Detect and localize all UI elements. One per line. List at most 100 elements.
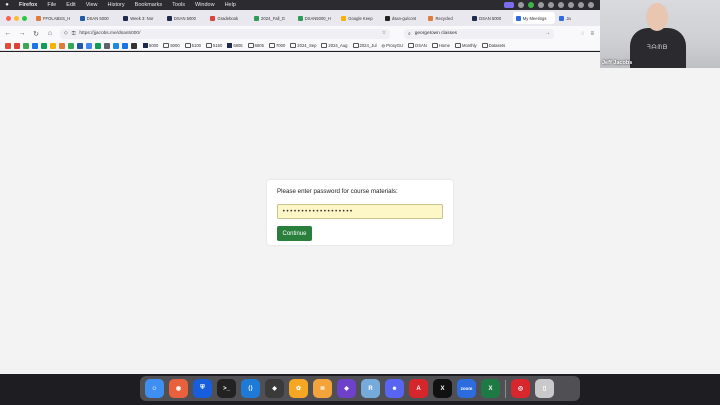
browser-tab[interactable]: Google Keep (338, 12, 381, 24)
bookmark-item[interactable]: 2024_Sep (290, 43, 316, 48)
bookmark-item[interactable]: 5000 (143, 43, 158, 48)
bookmark-item[interactable]: ◍ ProxyGU (382, 43, 404, 48)
excel-icon[interactable]: X (481, 379, 500, 398)
bookmark-item[interactable]: 7000 (268, 43, 285, 48)
bookmark-app-icon[interactable] (32, 42, 38, 49)
home-icon[interactable]: ⌂ (46, 30, 54, 37)
tray-app-icon[interactable] (504, 2, 514, 8)
browser-tab[interactable]: FFOLABSS_H (33, 12, 76, 24)
menu-help[interactable]: Help (220, 2, 241, 8)
bookmark-item[interactable]: 5000 (163, 43, 180, 48)
bookmark-item[interactable]: Home (431, 43, 450, 48)
rstudio-icon[interactable]: R (361, 379, 380, 398)
tray-app-icon[interactable] (528, 2, 534, 8)
bookmark-item[interactable]: Monthly (454, 43, 477, 48)
bookmark-app-icon[interactable] (86, 42, 92, 49)
zoom-window-icon[interactable] (22, 15, 27, 21)
browser-tab[interactable]: Gradebook (207, 12, 250, 24)
url-bar[interactable]: ◇ ⚿ https://jjacobs.me/dsan5000/ ☆ (60, 28, 390, 39)
search-text[interactable]: georgetown classes (415, 31, 457, 36)
tableplus-icon[interactable]: ≋ (313, 379, 332, 398)
bookmark-app-icon[interactable] (77, 42, 83, 49)
minimize-window-icon[interactable] (14, 15, 19, 21)
bookmark-item[interactable]: Datasets (481, 43, 505, 48)
bookmark-app-icon[interactable] (50, 42, 56, 49)
menu-history[interactable]: History (103, 2, 130, 8)
forward-arrow-icon[interactable]: → (18, 30, 26, 37)
shield-icon[interactable]: ◇ (64, 31, 68, 36)
apple-icon[interactable]: ● (0, 2, 14, 8)
gmail-icon[interactable] (14, 42, 20, 49)
bookmark-app-icon[interactable] (68, 42, 74, 49)
bookmark-item[interactable]: 5100 (184, 43, 201, 48)
tray-app-icon[interactable] (538, 2, 544, 8)
search-box[interactable]: ⌕ georgetown classes → (404, 28, 554, 39)
bookmark-app-icon[interactable] (41, 42, 47, 49)
menu-app-name[interactable]: Firefox (14, 2, 42, 8)
bookmark-item[interactable]: 6805 (227, 43, 243, 48)
browser-tab[interactable]: Week 3: Nor (120, 12, 163, 24)
vscode-icon[interactable]: ⟨⟩ (241, 379, 260, 398)
discord-icon[interactable]: ☻ (385, 379, 404, 398)
reload-icon[interactable]: ↻ (32, 30, 40, 38)
tray-app-icon[interactable] (558, 2, 564, 8)
tray-app-icon[interactable] (578, 2, 584, 8)
bookmark-app-icon[interactable] (131, 42, 137, 49)
github-icon[interactable]: ◆ (265, 379, 284, 398)
browser-tab[interactable]: 2024_Fall_G (251, 12, 294, 24)
bookmark-app-icon[interactable] (95, 42, 101, 49)
bookmark-item[interactable]: 5150 (205, 43, 222, 48)
bookmark-item[interactable]: DSAN (408, 43, 427, 48)
password-card: Please enter password for course materia… (267, 180, 453, 245)
photos-icon[interactable]: ✿ (289, 379, 308, 398)
bookmark-star-icon[interactable]: ☆ (382, 31, 390, 36)
tray-app-icon[interactable] (518, 2, 524, 8)
tab-favicon-icon (254, 15, 260, 21)
menu-hamburger-icon[interactable]: ≡ (590, 31, 594, 37)
bookmark-app-icon[interactable] (5, 42, 11, 49)
x-icon[interactable]: X (433, 379, 452, 398)
bitwarden-icon[interactable]: ⛨ (193, 379, 212, 398)
menu-window[interactable]: Window (190, 2, 220, 8)
menu-edit[interactable]: Edit (61, 2, 80, 8)
browser-tab[interactable]: My Meetings (512, 12, 556, 24)
lock-icon[interactable]: ⚿ (72, 31, 76, 37)
browser-tab[interactable]: Ja (556, 12, 599, 24)
browser-tab[interactable]: DSAN5000_H (295, 12, 338, 24)
bookmark-app-icon[interactable] (122, 42, 128, 49)
bookmark-item[interactable]: 2024_Aug (321, 43, 348, 48)
browser-tab[interactable]: DSAN 5000 (77, 12, 120, 24)
browser-tab[interactable]: Recycled (425, 12, 468, 24)
trash-icon[interactable]: ▯ (535, 379, 554, 398)
bookmark-app-icon[interactable] (104, 42, 110, 49)
bookmark-item[interactable]: 6805 (247, 43, 264, 48)
menu-view[interactable]: View (81, 2, 103, 8)
url-text[interactable]: https://jjacobs.me/dsan5000/ (79, 31, 140, 36)
browser-tab[interactable]: DSAN 5000 (164, 12, 207, 24)
menu-tools[interactable]: Tools (167, 2, 190, 8)
tray-app-icon[interactable] (548, 2, 554, 8)
pocket-icon[interactable]: ◌ (581, 31, 585, 37)
continue-button[interactable]: Continue (277, 226, 312, 241)
obsidian-icon[interactable]: ◆ (337, 379, 356, 398)
browser-tab[interactable]: dsan-gu/cont (382, 12, 425, 24)
search-go-arrow-icon[interactable]: → (545, 31, 554, 36)
browser-tab[interactable]: DSAN 5000 (469, 12, 512, 24)
bookmark-app-icon[interactable] (113, 42, 119, 49)
bookmark-app-icon[interactable] (23, 42, 29, 49)
zoom-icon[interactable]: zoom (457, 379, 476, 398)
bookmark-item[interactable]: 2024_Jul (352, 43, 377, 48)
screen-record-icon[interactable]: ◎ (511, 379, 530, 398)
close-window-icon[interactable] (6, 15, 11, 21)
bookmark-app-icon[interactable] (59, 42, 65, 49)
tray-app-icon[interactable] (588, 2, 594, 8)
tray-app-icon[interactable] (568, 2, 574, 8)
menu-file[interactable]: File (42, 2, 61, 8)
terminal-icon[interactable]: >_ (217, 379, 236, 398)
back-arrow-icon[interactable]: ← (4, 30, 12, 37)
finder-icon[interactable]: ☺ (145, 379, 164, 398)
password-input[interactable] (277, 204, 443, 219)
menu-bookmarks[interactable]: Bookmarks (130, 2, 168, 8)
acrobat-icon[interactable]: A (409, 379, 428, 398)
firefox-icon[interactable]: ◉ (169, 379, 188, 398)
